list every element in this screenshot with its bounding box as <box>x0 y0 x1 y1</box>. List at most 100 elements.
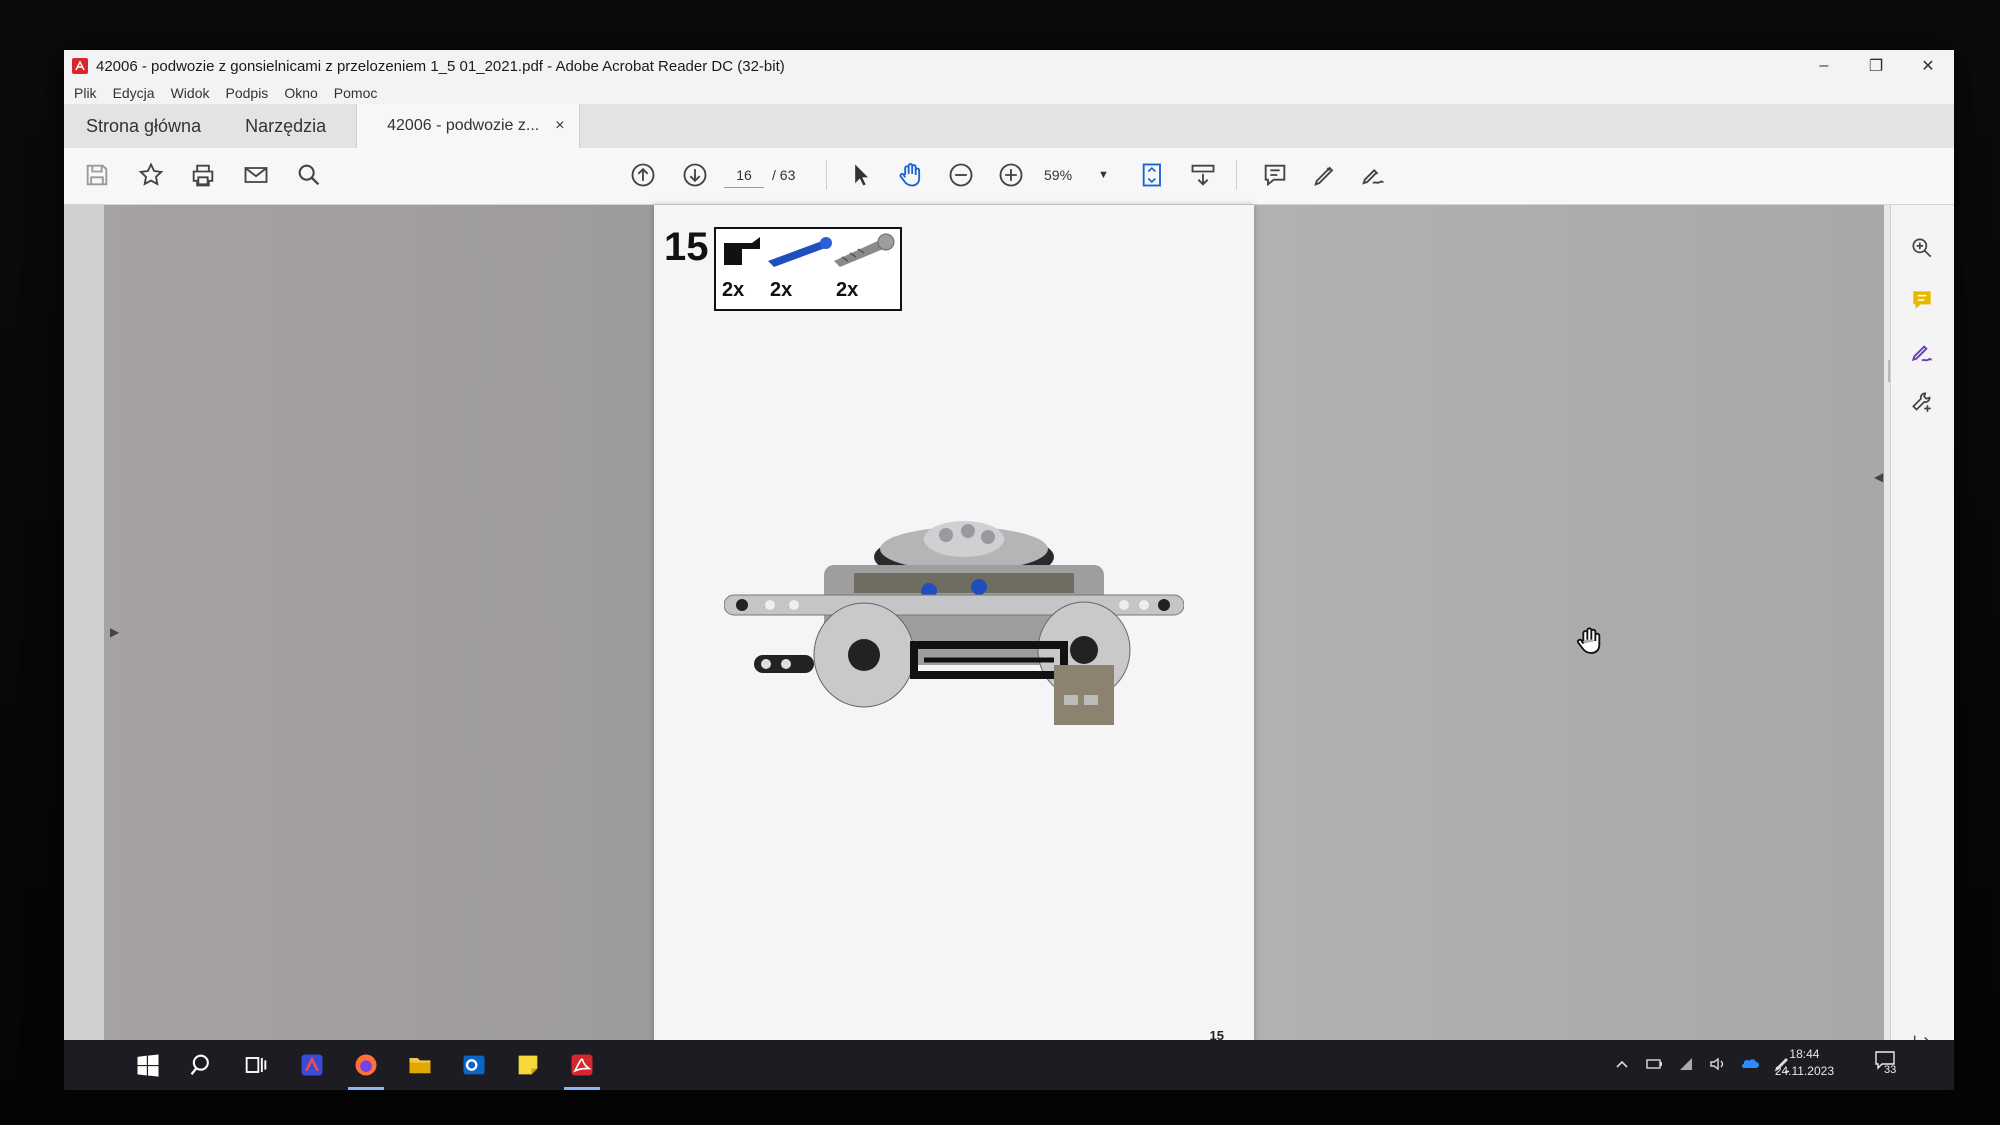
window-controls: – ❐ ✕ <box>1798 50 1954 82</box>
clock-time: 18:44 <box>1789 1047 1820 1061</box>
wrench-plus-icon <box>1912 392 1931 412</box>
close-window-button[interactable]: ✕ <box>1902 50 1954 82</box>
wifi-icon[interactable] <box>1676 1054 1696 1074</box>
bookmark-button[interactable] <box>134 158 168 192</box>
active-app-indicator <box>348 1087 384 1090</box>
save-icon <box>86 164 108 186</box>
step-number: 15 <box>664 225 709 269</box>
menu-bar: Plik Edycja Widok Podpis Okno Pomoc <box>64 82 1954 104</box>
scrolling-mode-button[interactable] <box>1186 158 1220 192</box>
menu-window[interactable]: Okno <box>284 85 317 101</box>
zoom-out-button[interactable] <box>944 158 978 192</box>
system-clock[interactable]: 18:44 24.11.2023 <box>1775 1046 1834 1080</box>
search-icon <box>298 164 320 186</box>
start-button[interactable] <box>130 1048 166 1082</box>
notification-center-button[interactable]: 33 <box>1874 1050 1900 1078</box>
outlook-icon <box>463 1055 485 1075</box>
zoom-in-button[interactable] <box>994 158 1028 192</box>
more-tools-button[interactable] <box>1907 387 1937 417</box>
toolbar-divider <box>826 160 827 190</box>
search-taskbar-button[interactable] <box>184 1048 220 1082</box>
black-connector-part-icon <box>724 237 760 265</box>
chevron-down-icon[interactable]: ▼ <box>1098 163 1109 187</box>
blue-pin-part-icon <box>768 237 832 267</box>
plus-circle-icon <box>999 163 1023 187</box>
task-view-button[interactable] <box>238 1048 274 1082</box>
taskbar-app-sticky-notes[interactable] <box>510 1048 546 1082</box>
screen: 42006 - podwozie z gonsielnicami z przel… <box>64 50 1954 1090</box>
hand-icon <box>899 163 921 187</box>
comment-icon <box>1913 291 1931 309</box>
acrobat-icon <box>571 1054 593 1076</box>
right-panel-toggle[interactable]: ◀ <box>1874 470 1883 484</box>
chevron-up-icon[interactable] <box>1612 1054 1632 1074</box>
toolbar: 16 / 63 59% ▼ <box>64 148 1954 205</box>
hand-tool-button[interactable] <box>894 158 928 192</box>
email-button[interactable] <box>239 158 273 192</box>
hand-cursor-icon <box>1577 627 1601 654</box>
firefox-icon <box>355 1054 377 1076</box>
sticky-notes-icon <box>518 1055 538 1075</box>
signature-pen-icon <box>1911 345 1932 362</box>
window-title: 42006 - podwozie z gonsielnicami z przel… <box>96 57 785 75</box>
cursor-arrow-icon <box>855 164 868 186</box>
folder-icon <box>409 1058 431 1074</box>
menu-view[interactable]: Widok <box>171 85 210 101</box>
taskbar-app-acrobat[interactable] <box>564 1048 600 1082</box>
comment-button[interactable] <box>1258 158 1292 192</box>
magnifier-plus-icon <box>1912 238 1932 258</box>
tab-close-button[interactable]: × <box>555 117 564 135</box>
taskbar-app-adobe-creative[interactable] <box>294 1048 330 1082</box>
next-page-button[interactable] <box>678 158 712 192</box>
pdf-page: 15 2x 2x 2x 15 <box>654 205 1254 1065</box>
envelope-icon <box>244 167 268 183</box>
right-tools-panel <box>1890 205 1954 1075</box>
minus-circle-icon <box>949 163 973 187</box>
taskbar-app-file-explorer[interactable] <box>402 1048 438 1082</box>
tab-bar: Strona główna Narzędzia 42006 - podwozie… <box>64 104 1954 148</box>
left-panel-toggle[interactable]: ▶ <box>110 625 119 639</box>
sign-button[interactable] <box>1356 158 1390 192</box>
menu-file[interactable]: Plik <box>74 85 97 101</box>
search-button[interactable] <box>292 158 326 192</box>
onedrive-cloud-icon[interactable] <box>1740 1054 1760 1074</box>
save-button[interactable] <box>80 158 114 192</box>
zoom-tool-button[interactable] <box>1907 233 1937 263</box>
tab-home[interactable]: Strona główna <box>64 104 223 148</box>
previous-page-button[interactable] <box>626 158 660 192</box>
maximize-button[interactable]: ❐ <box>1850 50 1902 82</box>
page-number-input[interactable]: 16 <box>724 163 764 188</box>
fill-sign-tool-button[interactable] <box>1907 337 1937 367</box>
tab-tools[interactable]: Narzędzia <box>223 104 348 148</box>
page-total: / 63 <box>772 167 796 183</box>
menu-sign[interactable]: Podpis <box>226 85 269 101</box>
menu-edit[interactable]: Edycja <box>113 85 155 101</box>
active-app-indicator <box>564 1087 600 1090</box>
notification-count: 33 <box>1884 1064 1897 1076</box>
fit-page-button[interactable] <box>1136 158 1170 192</box>
signature-icon <box>1362 169 1384 185</box>
taskbar-app-firefox[interactable] <box>348 1048 384 1082</box>
comment-tool-button[interactable] <box>1907 285 1937 315</box>
windows-taskbar: 18:44 24.11.2023 33 <box>64 1040 1954 1090</box>
scroll-mode-icon <box>1191 164 1215 186</box>
minimize-button[interactable]: – <box>1798 50 1850 82</box>
print-button[interactable] <box>186 158 220 192</box>
tab-document[interactable]: 42006 - podwozie z... × <box>356 104 580 148</box>
menu-help[interactable]: Pomoc <box>334 85 378 101</box>
star-icon <box>138 162 164 186</box>
taskbar-app-outlook[interactable] <box>456 1048 492 1082</box>
printer-icon <box>192 164 214 187</box>
title-bar: 42006 - podwozie z gonsielnicami z przel… <box>64 50 1954 82</box>
battery-icon[interactable] <box>1644 1054 1664 1074</box>
volume-icon[interactable] <box>1708 1054 1728 1074</box>
part-quantity: 2x <box>722 279 745 301</box>
highlight-button[interactable] <box>1308 158 1342 192</box>
fit-page-icon <box>1142 163 1161 187</box>
acrobat-app-icon <box>72 58 88 74</box>
adobe-app-icon <box>301 1054 323 1076</box>
select-tool-button[interactable] <box>844 158 878 192</box>
arrow-down-circle-icon <box>683 163 707 187</box>
task-view-icon <box>245 1057 267 1073</box>
document-viewer[interactable]: ▶ 15 2x 2x 2x 15 <box>104 205 1906 1075</box>
